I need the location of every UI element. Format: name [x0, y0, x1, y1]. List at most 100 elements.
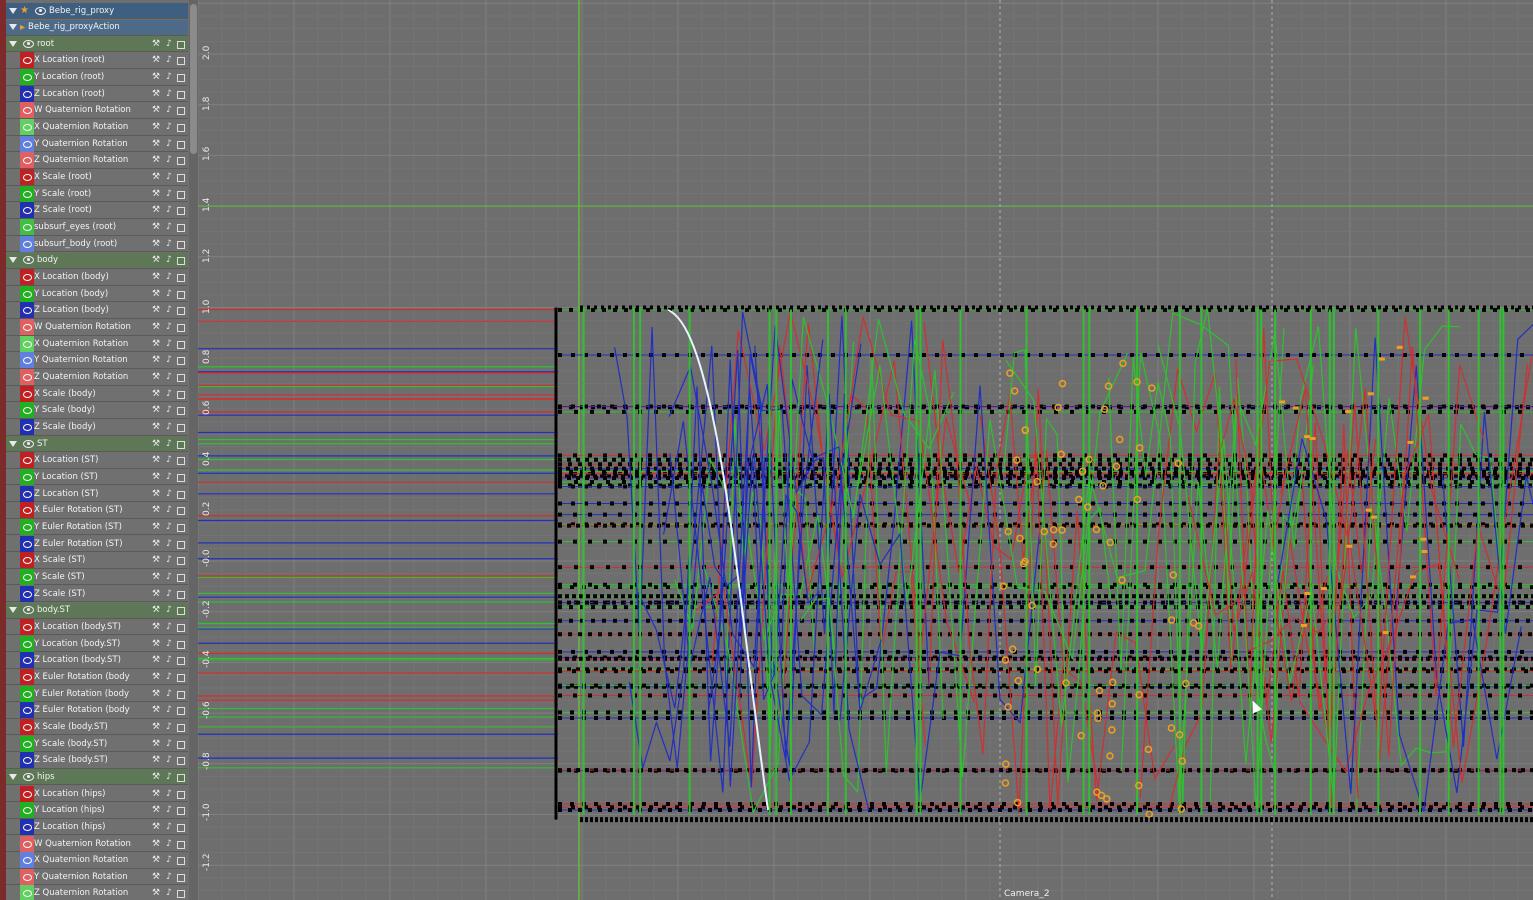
lock-icon[interactable]	[177, 190, 185, 199]
modifier-wrench-icon[interactable]: ⚒	[151, 339, 161, 349]
channel-row[interactable]: Y Scale (root) ⚒ ♪	[6, 185, 188, 203]
channel-visibility-eye-icon[interactable]	[20, 85, 34, 102]
channel-row[interactable]: X Quaternion Rotation ⚒ ♪	[6, 335, 188, 353]
mute-speaker-icon[interactable]: ♪	[164, 872, 174, 882]
channel-visibility-eye-icon[interactable]	[20, 552, 34, 569]
channel-row[interactable]: Y Location (body) ⚒ ♪	[6, 285, 188, 303]
channel-row[interactable]: Z Location (ST) ⚒ ♪	[6, 485, 188, 503]
action-row[interactable]: ▸ Bebe_rig_proxyAction	[6, 19, 188, 36]
mute-speaker-icon[interactable]: ♪	[164, 305, 174, 315]
lock-icon[interactable]	[177, 690, 185, 699]
lock-icon[interactable]	[177, 374, 185, 383]
lock-icon[interactable]	[177, 290, 185, 299]
modifier-wrench-icon[interactable]: ⚒	[151, 455, 161, 465]
visibility-eye-icon[interactable]	[23, 606, 34, 615]
channel-row[interactable]: Y Euler Rotation (body ⚒ ♪	[6, 685, 188, 703]
mute-speaker-icon[interactable]: ♪	[164, 505, 174, 515]
channel-row[interactable]: Z Euler Rotation (ST) ⚒ ♪	[6, 535, 188, 553]
channel-visibility-eye-icon[interactable]	[20, 202, 34, 219]
mute-speaker-icon[interactable]: ♪	[164, 839, 174, 849]
channel-row[interactable]: Y Scale (body.ST) ⚒ ♪	[6, 735, 188, 753]
lock-icon[interactable]	[177, 873, 185, 882]
channel-row[interactable]: X Location (hips) ⚒ ♪	[6, 785, 188, 803]
mute-speaker-icon[interactable]: ♪	[164, 39, 174, 49]
modifier-wrench-icon[interactable]: ⚒	[151, 155, 161, 165]
modifier-wrench-icon[interactable]: ⚒	[151, 489, 161, 499]
channel-visibility-eye-icon[interactable]	[20, 852, 34, 869]
lock-icon[interactable]	[177, 57, 185, 66]
modifier-wrench-icon[interactable]: ⚒	[151, 122, 161, 132]
channel-visibility-eye-icon[interactable]	[20, 269, 34, 286]
mute-speaker-icon[interactable]: ♪	[164, 239, 174, 249]
channel-visibility-eye-icon[interactable]	[20, 835, 34, 852]
modifier-wrench-icon[interactable]: ⚒	[151, 189, 161, 199]
lock-icon[interactable]	[177, 440, 185, 449]
channel-row[interactable]: Y Scale (body) ⚒ ♪	[6, 402, 188, 419]
lock-icon[interactable]	[177, 623, 185, 632]
lock-icon[interactable]	[177, 274, 185, 283]
visibility-eye-icon[interactable]	[23, 256, 34, 265]
mute-speaker-icon[interactable]: ♪	[164, 739, 174, 749]
expand-toggle-icon[interactable]	[9, 607, 17, 614]
mute-speaker-icon[interactable]: ♪	[164, 72, 174, 82]
channel-row[interactable]: X Location (root) ⚒ ♪	[6, 52, 188, 69]
lock-icon[interactable]	[177, 390, 185, 399]
channel-row[interactable]: X Euler Rotation (body ⚒ ♪	[6, 668, 188, 686]
lock-icon[interactable]	[177, 40, 185, 49]
mute-speaker-icon[interactable]: ♪	[164, 639, 174, 649]
modifier-wrench-icon[interactable]: ⚒	[151, 505, 161, 515]
modifier-wrench-icon[interactable]: ⚒	[151, 672, 161, 682]
mute-speaker-icon[interactable]: ♪	[164, 455, 174, 465]
modifier-wrench-icon[interactable]: ⚒	[151, 289, 161, 299]
modifier-wrench-icon[interactable]: ⚒	[151, 822, 161, 832]
modifier-wrench-icon[interactable]: ⚒	[151, 722, 161, 732]
channel-visibility-eye-icon[interactable]	[20, 169, 34, 186]
modifier-wrench-icon[interactable]: ⚒	[151, 55, 161, 65]
modifier-wrench-icon[interactable]: ⚒	[151, 472, 161, 482]
mute-speaker-icon[interactable]: ♪	[164, 655, 174, 665]
channel-visibility-eye-icon[interactable]	[20, 135, 34, 152]
channel-visibility-eye-icon[interactable]	[20, 385, 34, 402]
channel-visibility-eye-icon[interactable]	[20, 369, 34, 386]
channel-visibility-eye-icon[interactable]	[20, 502, 34, 519]
channel-visibility-eye-icon[interactable]	[20, 585, 34, 602]
channel-row[interactable]: Z Quaternion Rotation ⚒ ♪	[6, 885, 188, 900]
modifier-wrench-icon[interactable]: ⚒	[151, 839, 161, 849]
channel-visibility-eye-icon[interactable]	[20, 335, 34, 352]
lock-icon[interactable]	[177, 490, 185, 499]
channel-row[interactable]: Y Quaternion Rotation ⚒ ♪	[6, 135, 188, 153]
channel-row[interactable]: Y Scale (ST) ⚒ ♪	[6, 568, 188, 586]
mute-speaker-icon[interactable]: ♪	[164, 822, 174, 832]
expand-toggle-icon[interactable]	[9, 773, 17, 780]
mute-speaker-icon[interactable]: ♪	[164, 255, 174, 265]
channel-visibility-eye-icon[interactable]	[20, 818, 34, 835]
visibility-eye-icon[interactable]	[34, 6, 46, 15]
channel-visibility-eye-icon[interactable]	[20, 468, 34, 485]
mute-speaker-icon[interactable]: ♪	[164, 539, 174, 549]
mute-speaker-icon[interactable]: ♪	[164, 339, 174, 349]
lock-icon[interactable]	[177, 823, 185, 832]
lock-icon[interactable]	[177, 807, 185, 816]
channel-row[interactable]: Z Location (root) ⚒ ♪	[6, 85, 188, 103]
lock-icon[interactable]	[177, 790, 185, 799]
lock-icon[interactable]	[177, 740, 185, 749]
channel-row[interactable]: W Quaternion Rotation ⚒ ♪	[6, 319, 188, 336]
channel-row[interactable]: Y Location (body.ST) ⚒ ♪	[6, 635, 188, 653]
modifier-wrench-icon[interactable]: ⚒	[151, 639, 161, 649]
mute-speaker-icon[interactable]: ♪	[164, 389, 174, 399]
channel-visibility-eye-icon[interactable]	[20, 618, 34, 635]
lock-icon[interactable]	[177, 840, 185, 849]
channel-visibility-eye-icon[interactable]	[20, 718, 34, 735]
lock-icon[interactable]	[177, 324, 185, 333]
group-row[interactable]: hips ⚒ ♪	[6, 769, 188, 786]
channel-row[interactable]: Z Quaternion Rotation ⚒ ♪	[6, 369, 188, 386]
modifier-wrench-icon[interactable]: ⚒	[151, 422, 161, 432]
channel-visibility-eye-icon[interactable]	[20, 219, 34, 236]
lock-icon[interactable]	[177, 607, 185, 616]
modifier-wrench-icon[interactable]: ⚒	[151, 239, 161, 249]
channel-row[interactable]: Z Location (body) ⚒ ♪	[6, 302, 188, 319]
channel-row[interactable]: X Location (body.ST) ⚒ ♪	[6, 618, 188, 636]
modifier-wrench-icon[interactable]: ⚒	[151, 372, 161, 382]
expand-toggle-icon[interactable]	[9, 440, 17, 447]
mute-speaker-icon[interactable]: ♪	[164, 722, 174, 732]
